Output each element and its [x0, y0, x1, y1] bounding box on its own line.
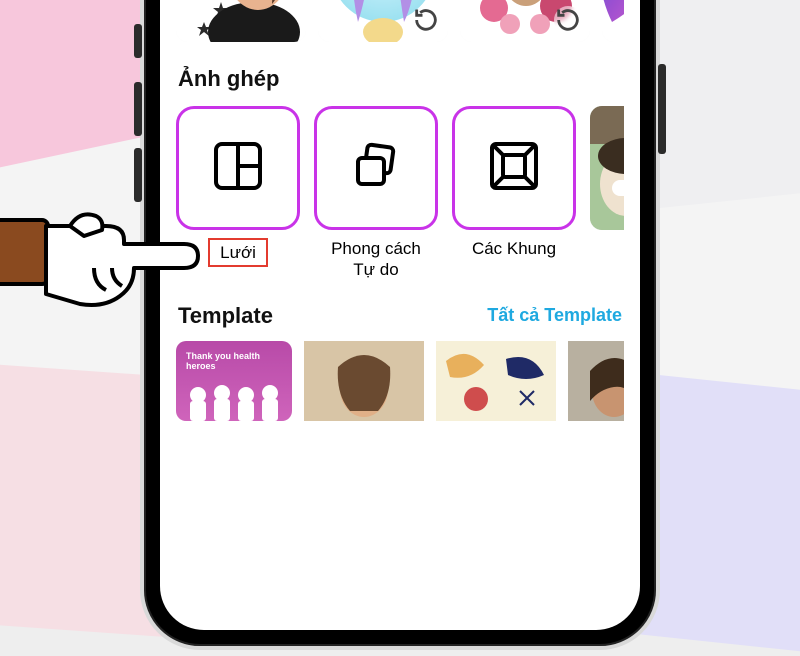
template-thumb-portrait2[interactable] [568, 341, 624, 421]
stack-icon [348, 138, 404, 199]
phone-volume-up [134, 82, 142, 136]
phone-screen: Ảnh ghép [160, 0, 640, 630]
frame-icon [486, 138, 542, 199]
phone-frame: Ảnh ghép [140, 0, 660, 650]
collage-tile-frames[interactable] [452, 106, 576, 230]
collage-label-frames: Các Khung [452, 238, 576, 281]
collage-labels: Lưới Phong cách Tự do Các Khung [176, 238, 624, 281]
phone-side-button [658, 64, 666, 154]
refresh-badge-icon[interactable] [412, 6, 440, 34]
template-row: Thank you health heroes [176, 341, 624, 421]
all-templates-link[interactable]: Tất cả Template [487, 305, 622, 326]
grid-icon [210, 138, 266, 199]
template-thumb-portrait1[interactable] [304, 341, 424, 421]
art-thumb-galaxy[interactable] [602, 0, 624, 42]
phone-mute-switch [134, 24, 142, 58]
art-thumb-stars[interactable] [176, 0, 306, 42]
collage-label-freestyle: Phong cách Tự do [314, 238, 438, 281]
template-thumb-abstract[interactable] [436, 341, 556, 421]
art-thumb-purple[interactable] [318, 0, 448, 42]
artwork-row [176, 0, 624, 42]
collage-tile-freestyle[interactable] [314, 106, 438, 230]
tutorial-hand-pointer [0, 186, 214, 361]
collage-tile-photo-preview[interactable] [590, 106, 624, 230]
collage-section-title: Ảnh ghép [178, 66, 622, 92]
collage-label-grid: Lưới [208, 238, 268, 267]
refresh-badge-icon[interactable] [554, 6, 582, 34]
art-thumb-floral[interactable] [460, 0, 590, 42]
collage-tile-row [176, 106, 624, 230]
